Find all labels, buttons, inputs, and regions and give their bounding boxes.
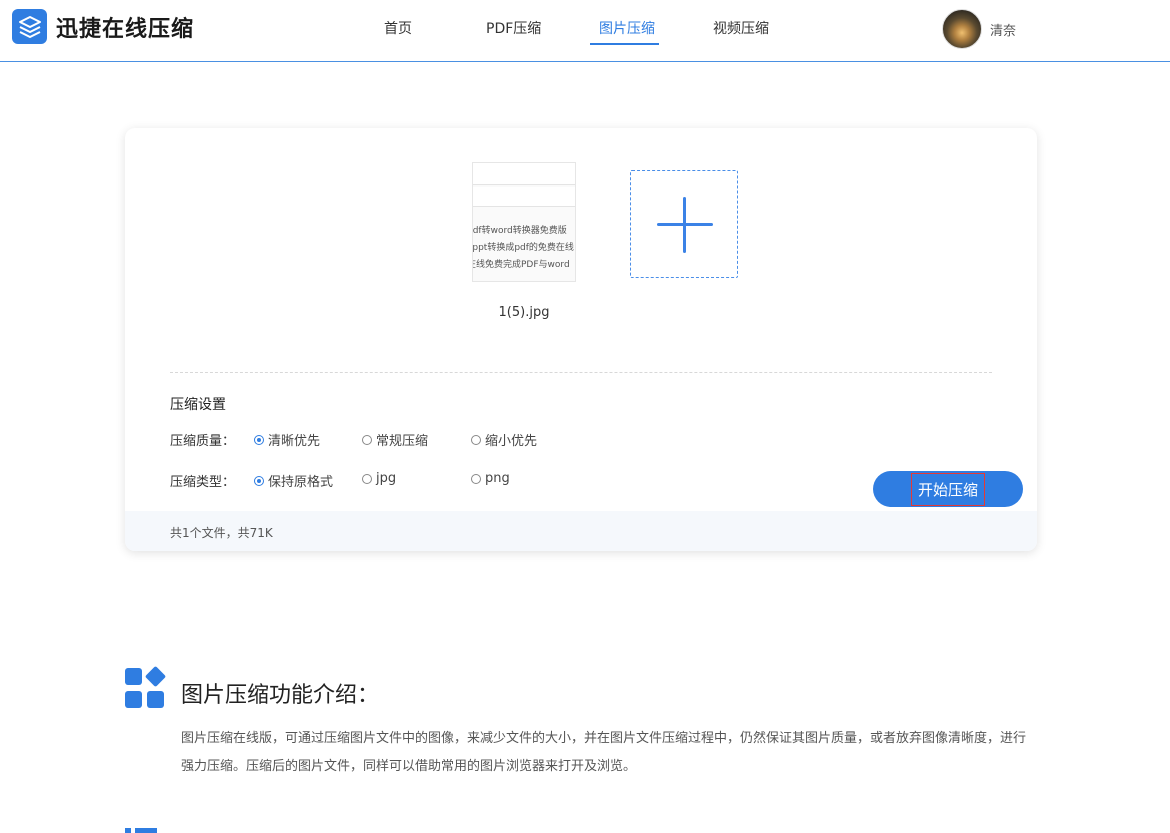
option-label: 清晰优先	[268, 434, 321, 449]
plus-icon	[683, 197, 686, 253]
nav-pdf-compress[interactable]: PDF压缩	[486, 18, 541, 38]
type-label: 压缩类型：	[170, 475, 236, 490]
thumbnail-line: f.ppt转换成pdf的免费在线	[472, 243, 574, 253]
quality-option-clear[interactable]: 清晰优先	[254, 430, 320, 449]
apps-icon-diamond	[144, 665, 167, 688]
user-name: 清奈	[990, 23, 1017, 39]
logo-text: 迅捷在线压缩	[56, 16, 195, 42]
nav-active-indicator	[590, 43, 659, 45]
radio-icon	[471, 473, 481, 484]
compress-card: pdf转word转换器免费版 f.ppt转换成pdf的免费在线 在线免费完成PD…	[125, 128, 1037, 551]
divider	[170, 372, 992, 373]
thumbnail-line: pdf转word转换器免费版	[472, 226, 567, 236]
radio-icon	[362, 473, 372, 484]
logo[interactable]: 迅捷在线压缩	[12, 9, 194, 44]
quality-option-normal[interactable]: 常规压缩	[362, 430, 428, 449]
thumbnail-bar	[473, 187, 575, 207]
layers-icon	[12, 9, 47, 44]
apps-icon-square	[125, 668, 142, 685]
section-icon	[125, 826, 159, 833]
file-summary: 共1个文件，共71K	[170, 526, 273, 540]
avatar[interactable]	[942, 9, 982, 49]
start-compress-button[interactable]: 开始压缩	[873, 471, 1023, 507]
quality-option-smaller[interactable]: 缩小优先	[471, 430, 537, 449]
option-label: 保持原格式	[268, 475, 334, 490]
option-label: 常规压缩	[376, 434, 429, 449]
option-label: jpg	[376, 471, 397, 486]
nav-home[interactable]: 首页	[384, 18, 412, 38]
section-icon-part	[125, 828, 131, 833]
type-option-keep[interactable]: 保持原格式	[254, 471, 333, 490]
nav-image-compress[interactable]: 图片压缩	[599, 18, 655, 38]
apps-icon	[125, 665, 167, 710]
quality-label: 压缩质量：	[170, 434, 236, 449]
add-file-button[interactable]	[630, 170, 738, 278]
nav-video-compress[interactable]: 视频压缩	[713, 18, 769, 38]
option-label: png	[485, 471, 510, 486]
file-name: 1(5).jpg	[498, 305, 550, 320]
file-thumbnail[interactable]: pdf转word转换器免费版 f.ppt转换成pdf的免费在线 在线免费完成PD…	[472, 162, 576, 282]
intro-title: 图片压缩功能介绍：	[181, 683, 380, 708]
user-menu[interactable]: 清奈	[942, 9, 1016, 49]
top-header: 迅捷在线压缩 首页 PDF压缩 图片压缩 视频压缩 清奈	[0, 0, 1170, 62]
option-label: 缩小优先	[485, 434, 538, 449]
radio-icon	[362, 434, 372, 445]
file-summary-bar: 共1个文件，共71K	[125, 511, 1037, 551]
apps-icon-square	[125, 691, 142, 708]
thumbnail-line: 在线免费完成PDF与word	[472, 260, 570, 270]
start-compress-label: 开始压缩	[910, 472, 985, 506]
type-option-jpg[interactable]: jpg	[362, 471, 396, 486]
thumbnail-text: pdf转word转换器免费版 f.ppt转换成pdf的免费在线 在线免费完成PD…	[472, 223, 574, 274]
apps-icon-square	[147, 691, 164, 708]
settings-title: 压缩设置	[170, 397, 226, 413]
radio-icon	[471, 434, 481, 445]
type-option-png[interactable]: png	[471, 471, 510, 486]
intro-text: 图片压缩在线版，可通过压缩图片文件中的图像，来减少文件的大小，并在图片文件压缩过…	[181, 731, 1027, 774]
section-icon-part	[135, 828, 157, 833]
radio-checked-icon	[254, 475, 264, 486]
radio-checked-icon	[254, 434, 264, 445]
thumbnail-bar	[473, 163, 575, 185]
